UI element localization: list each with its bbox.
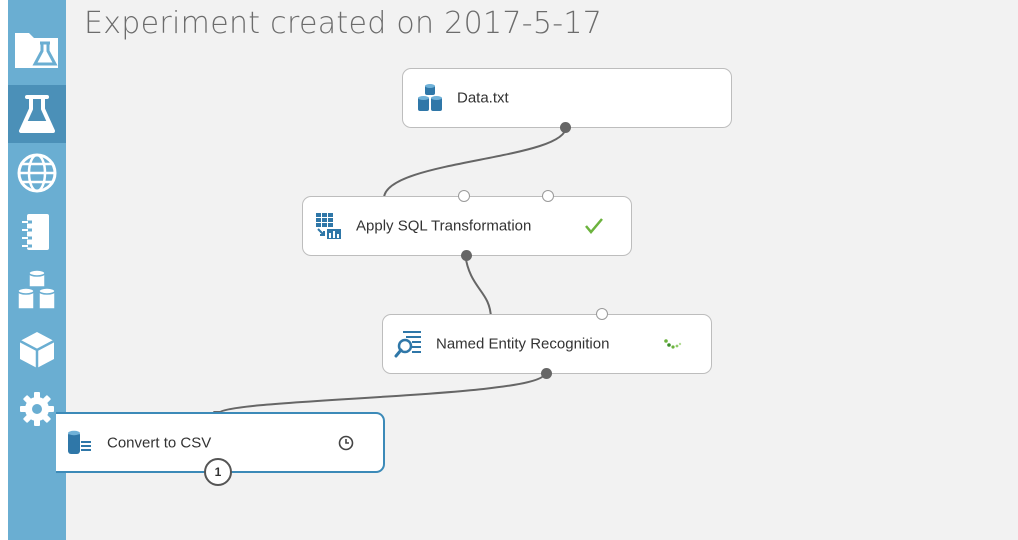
globe-icon xyxy=(16,152,58,194)
cube-icon xyxy=(16,329,58,371)
input-port[interactable] xyxy=(458,190,470,202)
nav-trained-models[interactable] xyxy=(8,321,66,379)
input-port[interactable] xyxy=(542,190,554,202)
nav-datasets[interactable] xyxy=(8,262,66,320)
experiment-title[interactable]: Experiment created on 2017-5-17 xyxy=(84,6,602,41)
dataset-icon xyxy=(415,83,445,113)
module-label: Named Entity Recognition xyxy=(436,335,610,353)
nav-experiments[interactable] xyxy=(8,85,66,143)
nav-notebooks[interactable] xyxy=(8,203,66,261)
convert-icon xyxy=(64,428,94,458)
module-convert-to-csv[interactable]: Convert to CSV 1 xyxy=(56,412,385,486)
module-label: Convert to CSV xyxy=(107,434,212,451)
datasets-icon xyxy=(15,269,59,313)
output-port[interactable] xyxy=(560,122,571,133)
nav-web-services[interactable] xyxy=(8,144,66,202)
module-apply-sql-transformation[interactable]: Apply SQL Transformation xyxy=(302,190,632,261)
folder-flask-icon xyxy=(13,27,61,71)
flask-icon xyxy=(17,93,57,135)
notebook-icon xyxy=(17,210,57,254)
check-icon xyxy=(584,216,604,236)
sql-transform-icon xyxy=(313,211,343,241)
output-port[interactable] xyxy=(461,250,472,261)
text-analysis-icon xyxy=(394,329,424,359)
gear-icon xyxy=(17,389,57,429)
module-named-entity-recognition[interactable]: Named Entity Recognition xyxy=(382,308,712,379)
running-spinner-icon xyxy=(663,334,683,354)
module-label: Data.txt xyxy=(457,89,509,107)
module-data-txt[interactable]: Data.txt xyxy=(402,68,732,133)
nav-projects[interactable] xyxy=(8,20,66,78)
output-port[interactable] xyxy=(541,368,552,379)
clock-icon xyxy=(336,433,356,453)
step-number-badge: 1 xyxy=(204,458,232,486)
input-port[interactable] xyxy=(596,308,608,320)
module-label: Apply SQL Transformation xyxy=(356,217,532,235)
